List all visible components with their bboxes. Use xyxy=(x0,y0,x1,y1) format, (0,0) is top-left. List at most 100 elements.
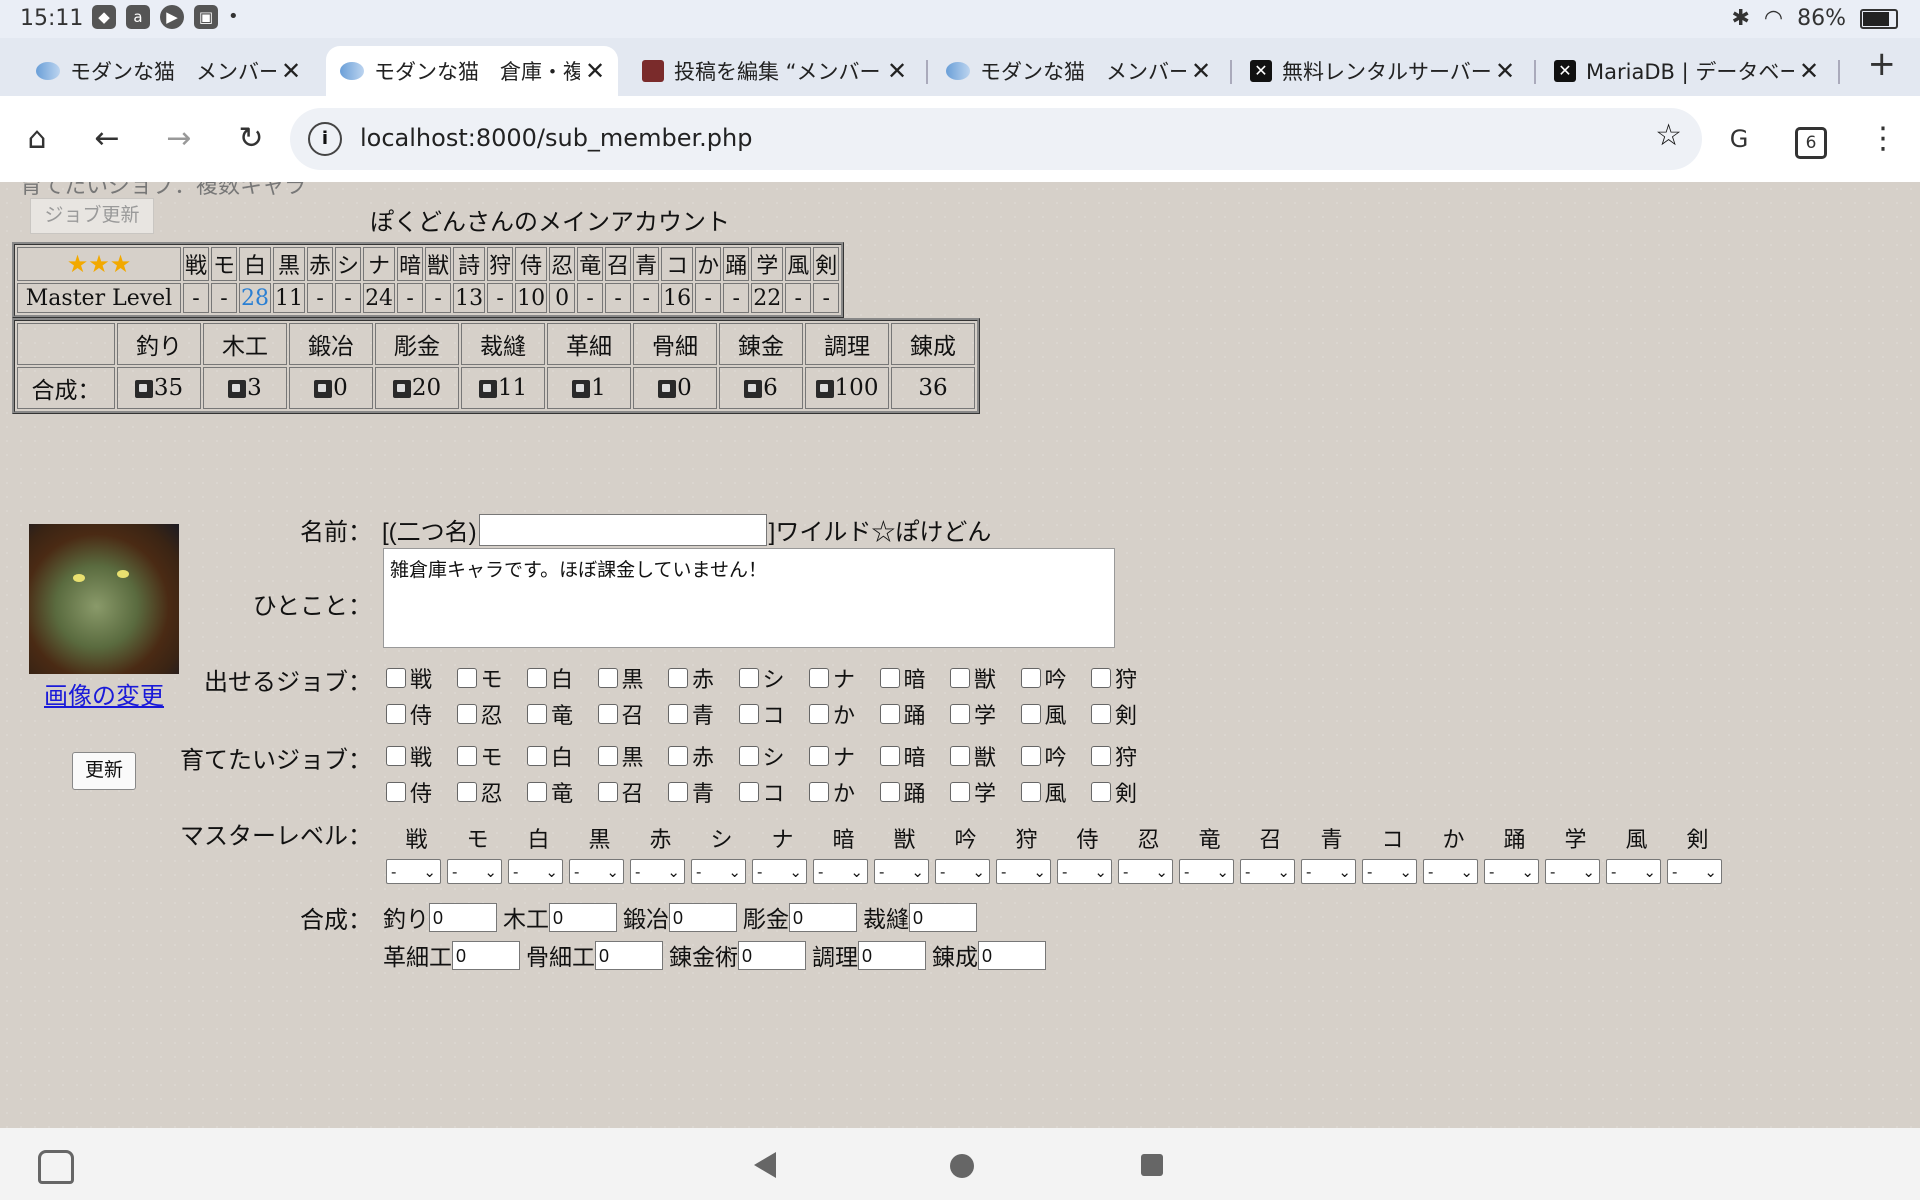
close-icon[interactable]: ✕ xyxy=(580,57,610,85)
train-job-checkbox[interactable]: 黒 xyxy=(597,740,669,772)
craft-number-input[interactable]: 0 xyxy=(738,940,806,970)
checkbox-box[interactable] xyxy=(527,704,547,724)
checkbox-box[interactable] xyxy=(668,668,688,688)
close-icon[interactable]: ✕ xyxy=(1186,57,1216,85)
available-job-checkbox[interactable]: 青 xyxy=(668,698,739,730)
checkbox-box[interactable] xyxy=(738,704,759,724)
craft-number-input[interactable]: 0 xyxy=(978,940,1046,970)
checkbox-box[interactable] xyxy=(1091,704,1111,724)
train-job-checkbox[interactable]: 青 xyxy=(668,776,739,808)
checkbox-box[interactable] xyxy=(809,704,829,724)
checkbox-box[interactable] xyxy=(597,782,618,802)
site-info-icon[interactable]: i xyxy=(308,122,342,156)
available-job-checkbox[interactable]: 吟 xyxy=(1020,662,1092,694)
master-level-select[interactable]: - ⌄ xyxy=(1057,859,1112,884)
available-job-checkbox[interactable]: 忍 xyxy=(456,698,528,730)
train-job-checkbox[interactable]: 狩 xyxy=(1091,740,1162,772)
master-level-select[interactable]: - ⌄ xyxy=(752,859,807,884)
craft-number-input[interactable]: 0 xyxy=(909,902,977,932)
checkbox-box[interactable] xyxy=(456,668,477,688)
master-level-select[interactable]: - ⌄ xyxy=(1606,859,1661,884)
checkbox-box[interactable] xyxy=(456,746,477,766)
checkbox-box[interactable] xyxy=(738,746,759,766)
available-job-checkbox[interactable]: か xyxy=(809,698,880,730)
train-job-checkbox[interactable]: 竜 xyxy=(527,776,598,808)
craft-number-input[interactable]: 0 xyxy=(595,940,663,970)
back-icon[interactable] xyxy=(754,1152,776,1178)
train-job-checkbox[interactable]: 獣 xyxy=(950,740,1021,772)
craft-number-input[interactable]: 0 xyxy=(669,902,737,932)
master-level-select[interactable]: - ⌄ xyxy=(386,859,441,884)
checkbox-box[interactable] xyxy=(809,782,829,802)
recents-icon[interactable] xyxy=(1141,1154,1163,1176)
available-job-checkbox[interactable]: 黒 xyxy=(597,662,669,694)
checkbox-box[interactable] xyxy=(668,746,688,766)
available-job-checkbox[interactable]: 学 xyxy=(950,698,1021,730)
train-job-checkbox[interactable]: ナ xyxy=(809,740,880,772)
checkbox-box[interactable] xyxy=(597,668,618,688)
master-level-select[interactable]: - ⌄ xyxy=(508,859,563,884)
update-button[interactable]: 更新 xyxy=(72,752,136,790)
master-level-select[interactable]: - ⌄ xyxy=(569,859,624,884)
available-job-checkbox[interactable]: ナ xyxy=(809,662,880,694)
close-icon[interactable]: ✕ xyxy=(882,57,912,85)
tab-3[interactable]: モダンな猫 メンバー ✕ xyxy=(932,46,1224,96)
launcher-icon[interactable] xyxy=(38,1150,74,1184)
train-job-checkbox[interactable]: 踊 xyxy=(879,776,951,808)
tab-5[interactable]: ✕ MariaDB | データベース ✕ xyxy=(1540,46,1832,96)
train-job-checkbox[interactable]: モ xyxy=(456,740,528,772)
job-update-button[interactable]: ジョブ更新 xyxy=(30,198,154,234)
tab-0[interactable]: モダンな猫 メンバー ✕ xyxy=(22,46,314,96)
master-level-select[interactable]: - ⌄ xyxy=(1240,859,1295,884)
checkbox-box[interactable] xyxy=(738,668,759,688)
checkbox-box[interactable] xyxy=(527,782,547,802)
checkbox-box[interactable] xyxy=(809,668,829,688)
checkbox-box[interactable] xyxy=(386,704,406,724)
tab-2[interactable]: 投稿を編集 “メンバー ✕ xyxy=(628,46,920,96)
close-icon[interactable]: ✕ xyxy=(1490,57,1520,85)
train-job-checkbox[interactable]: 暗 xyxy=(879,740,951,772)
checkbox-box[interactable] xyxy=(879,704,900,724)
home-circle-icon[interactable] xyxy=(950,1154,974,1178)
master-level-select[interactable]: - ⌄ xyxy=(1179,859,1234,884)
train-job-checkbox[interactable]: 学 xyxy=(950,776,1021,808)
available-job-checkbox[interactable]: 召 xyxy=(597,698,669,730)
train-job-checkbox[interactable]: 赤 xyxy=(668,740,739,772)
menu-icon[interactable]: ⋮ xyxy=(1860,116,1906,162)
master-level-select[interactable]: - ⌄ xyxy=(447,859,502,884)
available-job-checkbox[interactable]: 獣 xyxy=(950,662,1021,694)
available-job-checkbox[interactable]: 赤 xyxy=(668,662,739,694)
checkbox-box[interactable] xyxy=(386,782,406,802)
craft-number-input[interactable]: 0 xyxy=(858,940,926,970)
forward-arrow-icon[interactable]: → xyxy=(156,116,202,162)
master-level-select[interactable]: - ⌄ xyxy=(1423,859,1478,884)
change-image-link[interactable]: 画像の変更 xyxy=(44,676,164,711)
tab-switcher-button[interactable]: 6 xyxy=(1788,116,1834,162)
master-level-select[interactable]: - ⌄ xyxy=(996,859,1051,884)
checkbox-box[interactable] xyxy=(809,746,829,766)
checkbox-box[interactable] xyxy=(456,704,477,724)
master-level-select[interactable]: - ⌄ xyxy=(813,859,868,884)
craft-number-input[interactable]: 0 xyxy=(452,940,520,970)
checkbox-box[interactable] xyxy=(879,782,900,802)
nickname-input[interactable] xyxy=(478,513,767,546)
checkbox-box[interactable] xyxy=(1020,704,1041,724)
master-level-select[interactable]: - ⌄ xyxy=(1118,859,1173,884)
available-job-checkbox[interactable]: 風 xyxy=(1020,698,1092,730)
train-job-checkbox[interactable]: か xyxy=(809,776,880,808)
back-arrow-icon[interactable]: ← xyxy=(84,116,130,162)
checkbox-box[interactable] xyxy=(879,668,900,688)
master-level-select[interactable]: - ⌄ xyxy=(691,859,746,884)
train-job-checkbox[interactable]: 戦 xyxy=(386,740,457,772)
checkbox-box[interactable] xyxy=(668,704,688,724)
train-job-checkbox[interactable]: 剣 xyxy=(1091,776,1162,808)
checkbox-box[interactable] xyxy=(668,782,688,802)
available-job-checkbox[interactable]: モ xyxy=(456,662,528,694)
checkbox-box[interactable] xyxy=(456,782,477,802)
checkbox-box[interactable] xyxy=(1020,782,1041,802)
available-job-checkbox[interactable]: コ xyxy=(738,698,810,730)
master-level-select[interactable]: - ⌄ xyxy=(874,859,929,884)
master-level-select[interactable]: - ⌄ xyxy=(630,859,685,884)
bookmark-star-icon[interactable]: ☆ xyxy=(1655,118,1682,153)
checkbox-box[interactable] xyxy=(527,668,547,688)
